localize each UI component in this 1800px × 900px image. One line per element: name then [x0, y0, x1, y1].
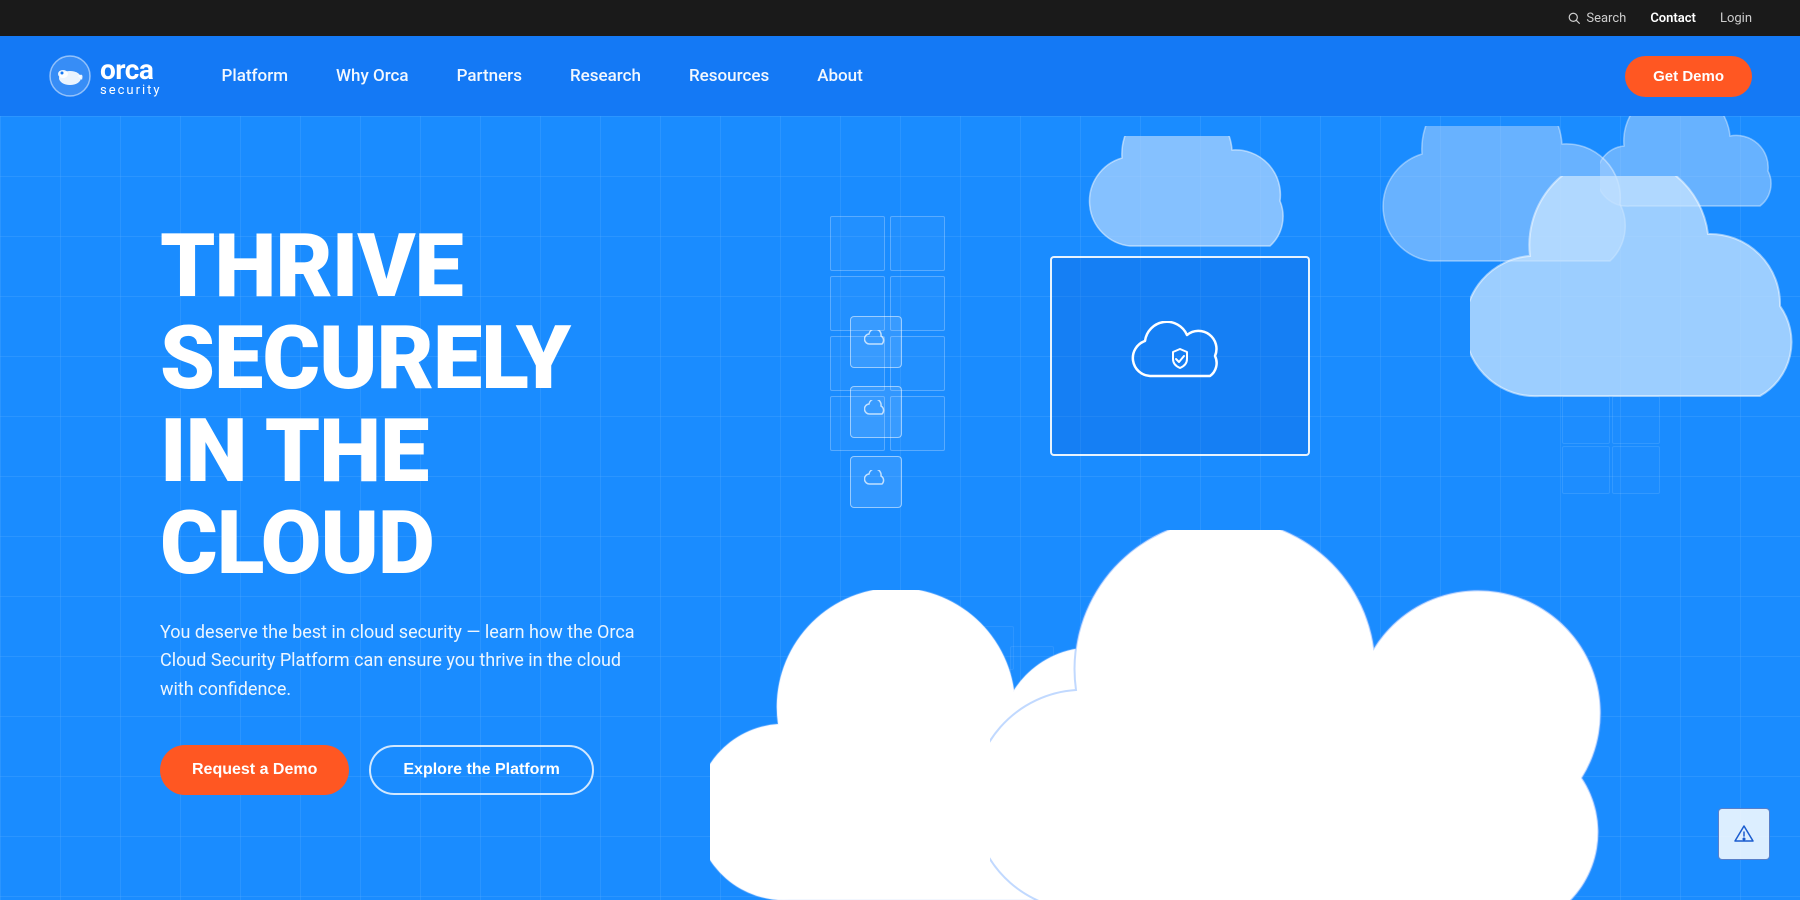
- cloud-bottom-center: [990, 530, 1690, 900]
- navbar: orca security Platform Why Orca Partners…: [0, 36, 1800, 116]
- contact-link[interactable]: Contact: [1650, 11, 1696, 26]
- cloud-shield-icon: [1125, 321, 1235, 391]
- search-label: Search: [1586, 11, 1626, 26]
- logo[interactable]: orca security: [48, 54, 162, 98]
- search-link[interactable]: Search: [1568, 11, 1626, 26]
- nav-platform[interactable]: Platform: [222, 66, 288, 86]
- hero-title-line3: IN THE CLOUD: [160, 400, 434, 595]
- logo-text: orca security: [100, 56, 162, 97]
- hero-title-line1: THRIVE: [160, 215, 463, 318]
- small-cloud-icon-2: [850, 386, 902, 438]
- cloud-top-left: [1080, 136, 1320, 266]
- small-cloud-icon-3: [850, 456, 902, 508]
- hero-description: You deserve the best in cloud security —…: [160, 619, 640, 705]
- hero-title: THRIVE SECURELY IN THE CLOUD: [160, 221, 700, 591]
- nav-research[interactable]: Research: [570, 66, 641, 86]
- cloud-far-right: [1470, 176, 1800, 436]
- nav-about[interactable]: About: [817, 66, 863, 86]
- hero-title-line2: SECURELY: [160, 307, 570, 410]
- top-bar: Search Contact Login: [0, 0, 1800, 36]
- get-demo-button[interactable]: Get Demo: [1625, 56, 1752, 97]
- hero-content: THRIVE SECURELY IN THE CLOUD You deserve…: [0, 221, 700, 795]
- nav-links: Platform Why Orca Partners Research Reso…: [222, 66, 1626, 86]
- nav-why-orca[interactable]: Why Orca: [336, 66, 409, 86]
- nav-resources[interactable]: Resources: [689, 66, 769, 86]
- explore-platform-button[interactable]: Explore the Platform: [369, 745, 593, 795]
- contact-label: Contact: [1650, 11, 1696, 26]
- center-cloud-box: [1050, 256, 1310, 456]
- request-demo-button[interactable]: Request a Demo: [160, 745, 349, 795]
- small-cloud-icon-1: [850, 316, 902, 368]
- hero-section: THRIVE SECURELY IN THE CLOUD You deserve…: [0, 116, 1800, 900]
- warning-icon-3: [1718, 808, 1770, 860]
- nav-partners[interactable]: Partners: [457, 66, 522, 86]
- logo-name: orca: [100, 56, 162, 84]
- hero-buttons: Request a Demo Explore the Platform: [160, 745, 700, 795]
- hero-illustration: [750, 116, 1800, 900]
- login-label: Login: [1720, 11, 1752, 26]
- login-link[interactable]: Login: [1720, 11, 1752, 26]
- logo-sub: security: [100, 84, 162, 97]
